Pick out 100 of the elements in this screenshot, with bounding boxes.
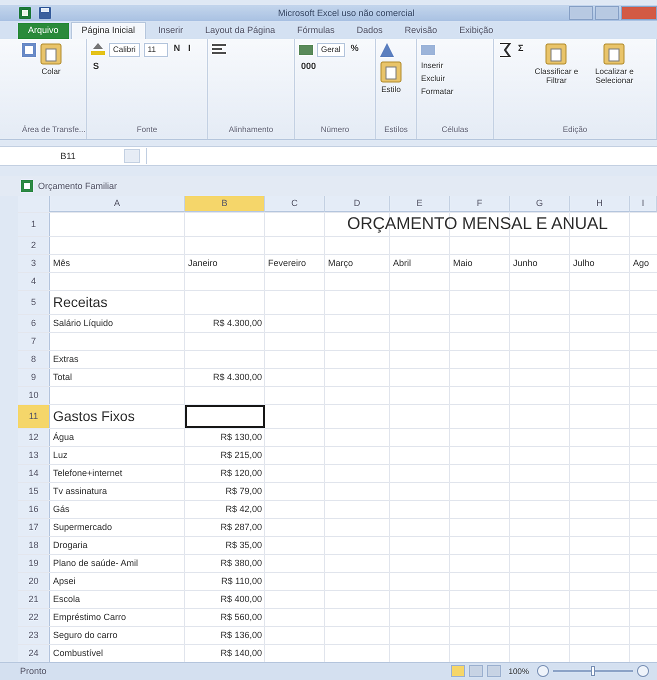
zoom-in-button[interactable] xyxy=(637,665,649,678)
row-header[interactable]: 1 xyxy=(18,212,50,236)
row-header[interactable]: 2 xyxy=(18,236,50,254)
format-button[interactable]: 000 xyxy=(299,60,318,71)
table-cell-text: Salário Líquido xyxy=(52,317,114,330)
name-box[interactable]: B11 xyxy=(18,150,118,161)
row-header[interactable]: 10 xyxy=(18,386,50,404)
row-header[interactable]: 14 xyxy=(18,464,50,482)
row-header[interactable]: 8 xyxy=(18,350,50,368)
row-header[interactable]: 18 xyxy=(18,536,50,554)
ribbon-icon xyxy=(545,42,568,65)
row-header[interactable]: 5 xyxy=(18,290,50,314)
row-header[interactable]: 9 xyxy=(18,368,50,386)
zoom-slider-thumb[interactable] xyxy=(591,666,595,676)
format-button[interactable]: % xyxy=(348,42,361,57)
ribbon-button[interactable]: Excluir xyxy=(421,74,489,83)
column-label: Abril xyxy=(392,257,412,270)
row-header[interactable]: 19 xyxy=(18,554,50,572)
column-label: Mês xyxy=(52,257,72,270)
dropdown-field[interactable]: Calibri xyxy=(109,42,140,57)
table-cell-text: R$ 4.300,00 xyxy=(212,371,263,384)
format-button[interactable]: N xyxy=(172,42,182,57)
normal-view-button[interactable] xyxy=(450,665,465,678)
column-header[interactable]: B xyxy=(185,196,265,212)
row-header[interactable]: 13 xyxy=(18,446,50,464)
row-header[interactable]: 15 xyxy=(18,482,50,500)
column-header[interactable]: F xyxy=(450,196,510,212)
ribbon-tab[interactable]: Inserir xyxy=(148,22,194,39)
column-header[interactable]: H xyxy=(570,196,630,212)
table-cell-text: R$ 560,00 xyxy=(219,611,263,624)
toolbar-icon[interactable] xyxy=(498,42,512,57)
ribbon-button[interactable]: Formatar xyxy=(421,86,489,96)
row-header[interactable]: 20 xyxy=(18,572,50,590)
excel-sheet-icon xyxy=(20,178,34,193)
sheet-title: ORÇAMENTO MENSAL E ANUAL xyxy=(346,213,609,236)
group-label: Alinhamento xyxy=(228,124,274,136)
section-heading: Receitas xyxy=(52,293,108,312)
column-header[interactable]: C xyxy=(265,196,325,212)
group-label: Estilos xyxy=(383,124,409,136)
row-header[interactable]: 17 xyxy=(18,518,50,536)
ribbon-tab[interactable]: Dados xyxy=(346,22,393,39)
ribbon-icon xyxy=(603,42,626,65)
format-button[interactable]: S xyxy=(91,60,102,71)
close-button[interactable] xyxy=(621,6,657,20)
ribbon-button[interactable]: Colar xyxy=(40,42,62,76)
maximize-button[interactable] xyxy=(595,6,619,20)
ribbon-tab[interactable]: Layout da Página xyxy=(195,22,286,39)
format-button[interactable]: Σ xyxy=(516,42,526,85)
column-header[interactable]: A xyxy=(50,196,185,212)
row-header[interactable]: 23 xyxy=(18,626,50,644)
table-cell-text: Combustível xyxy=(52,647,104,660)
ribbon-button[interactable]: Inserir xyxy=(421,60,489,70)
minimize-button[interactable] xyxy=(569,6,593,20)
row-header[interactable]: 6 xyxy=(18,314,50,332)
table-cell-text: Telefone+internet xyxy=(52,467,124,480)
column-header[interactable]: E xyxy=(390,196,450,212)
row-header[interactable]: 7 xyxy=(18,332,50,350)
row-header[interactable]: 16 xyxy=(18,500,50,518)
dropdown-field[interactable]: 11 xyxy=(144,42,168,57)
table-cell-text: Escola xyxy=(52,593,82,606)
row-header[interactable]: 24 xyxy=(18,644,50,662)
page-break-button[interactable] xyxy=(486,665,501,678)
save-icon[interactable] xyxy=(38,6,52,20)
ribbon-tab[interactable]: Revisão xyxy=(394,22,448,39)
ribbon-tab[interactable]: Exibição xyxy=(449,22,504,39)
ribbon-button[interactable]: Localizar e Selecionar xyxy=(587,42,642,85)
workbook-title: Orçamento Familiar xyxy=(38,180,118,191)
row-header[interactable]: 3 xyxy=(18,254,50,272)
format-button[interactable]: I xyxy=(186,42,193,57)
ribbon-tab[interactable]: Arquivo xyxy=(18,22,69,39)
ribbon-tab[interactable]: Página Inicial xyxy=(70,22,146,39)
ribbon-tab[interactable]: Fórmulas xyxy=(287,22,345,39)
zoom-out-button[interactable] xyxy=(537,665,549,678)
active-cell[interactable] xyxy=(185,404,265,428)
column-label: Março xyxy=(327,257,354,270)
column-header[interactable]: I xyxy=(630,196,657,212)
column-header[interactable]: D xyxy=(325,196,390,212)
row-header[interactable]: 12 xyxy=(18,428,50,446)
function-icon[interactable] xyxy=(124,148,140,163)
select-all-corner[interactable] xyxy=(18,196,50,212)
ribbon-button[interactable]: Classificar e Filtrar xyxy=(529,42,584,85)
toolbar-icon[interactable] xyxy=(212,42,226,57)
excel-logo-icon[interactable] xyxy=(18,6,32,20)
row-header[interactable]: 22 xyxy=(18,608,50,626)
table-cell-text: R$ 35,00 xyxy=(224,539,263,552)
section-heading: Gastos Fixos xyxy=(52,407,136,426)
table-cell-text: R$ 79,00 xyxy=(224,485,263,498)
column-header[interactable]: G xyxy=(510,196,570,212)
table-cell-text: Total xyxy=(52,371,74,384)
column-label: Maio xyxy=(452,257,474,270)
zoom-level[interactable]: 100% xyxy=(508,666,529,676)
window-title: Microsoft Excel uso não comercial xyxy=(278,8,416,18)
table-cell-text: Drogaria xyxy=(52,539,89,552)
ribbon-button[interactable]: Estilo xyxy=(380,60,402,94)
row-header[interactable]: 21 xyxy=(18,590,50,608)
row-header[interactable]: 11 xyxy=(18,404,50,428)
page-layout-button[interactable] xyxy=(468,665,483,678)
row-header[interactable]: 4 xyxy=(18,272,50,290)
table-cell-text: R$ 215,00 xyxy=(219,449,263,462)
dropdown-field[interactable]: Geral xyxy=(317,42,345,57)
